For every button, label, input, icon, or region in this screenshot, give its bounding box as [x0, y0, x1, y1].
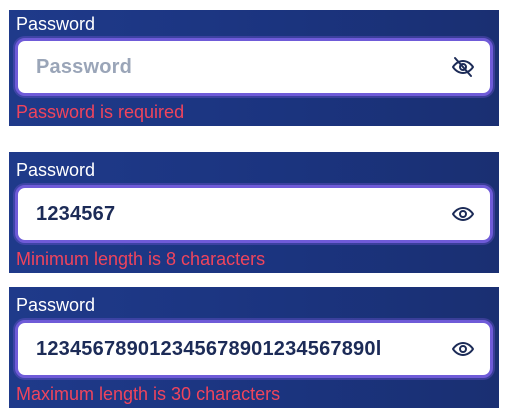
password-label: Password	[16, 295, 96, 315]
password-input[interactable]	[36, 188, 436, 240]
password-field-group-max-length: Password Maximum length is 30 characters	[9, 287, 499, 408]
password-input-wrapper[interactable]	[15, 185, 493, 243]
password-error-required: Password is required	[16, 102, 185, 122]
password-field-group-min-length: Password Minimum length is 8 characters	[9, 152, 499, 273]
password-input-wrapper[interactable]	[15, 38, 493, 96]
password-field-group-empty: Password Password is required	[9, 10, 499, 126]
password-input[interactable]	[36, 323, 436, 375]
eye-off-icon[interactable]	[450, 55, 476, 79]
password-label: Password	[16, 14, 96, 34]
password-input-wrapper[interactable]	[15, 320, 493, 378]
password-error-max-length: Maximum length is 30 characters	[16, 384, 281, 404]
password-error-min-length: Minimum length is 8 characters	[16, 249, 266, 269]
password-input[interactable]	[36, 41, 436, 93]
eye-icon[interactable]	[450, 337, 476, 361]
eye-icon[interactable]	[450, 202, 476, 226]
password-label: Password	[16, 160, 96, 180]
